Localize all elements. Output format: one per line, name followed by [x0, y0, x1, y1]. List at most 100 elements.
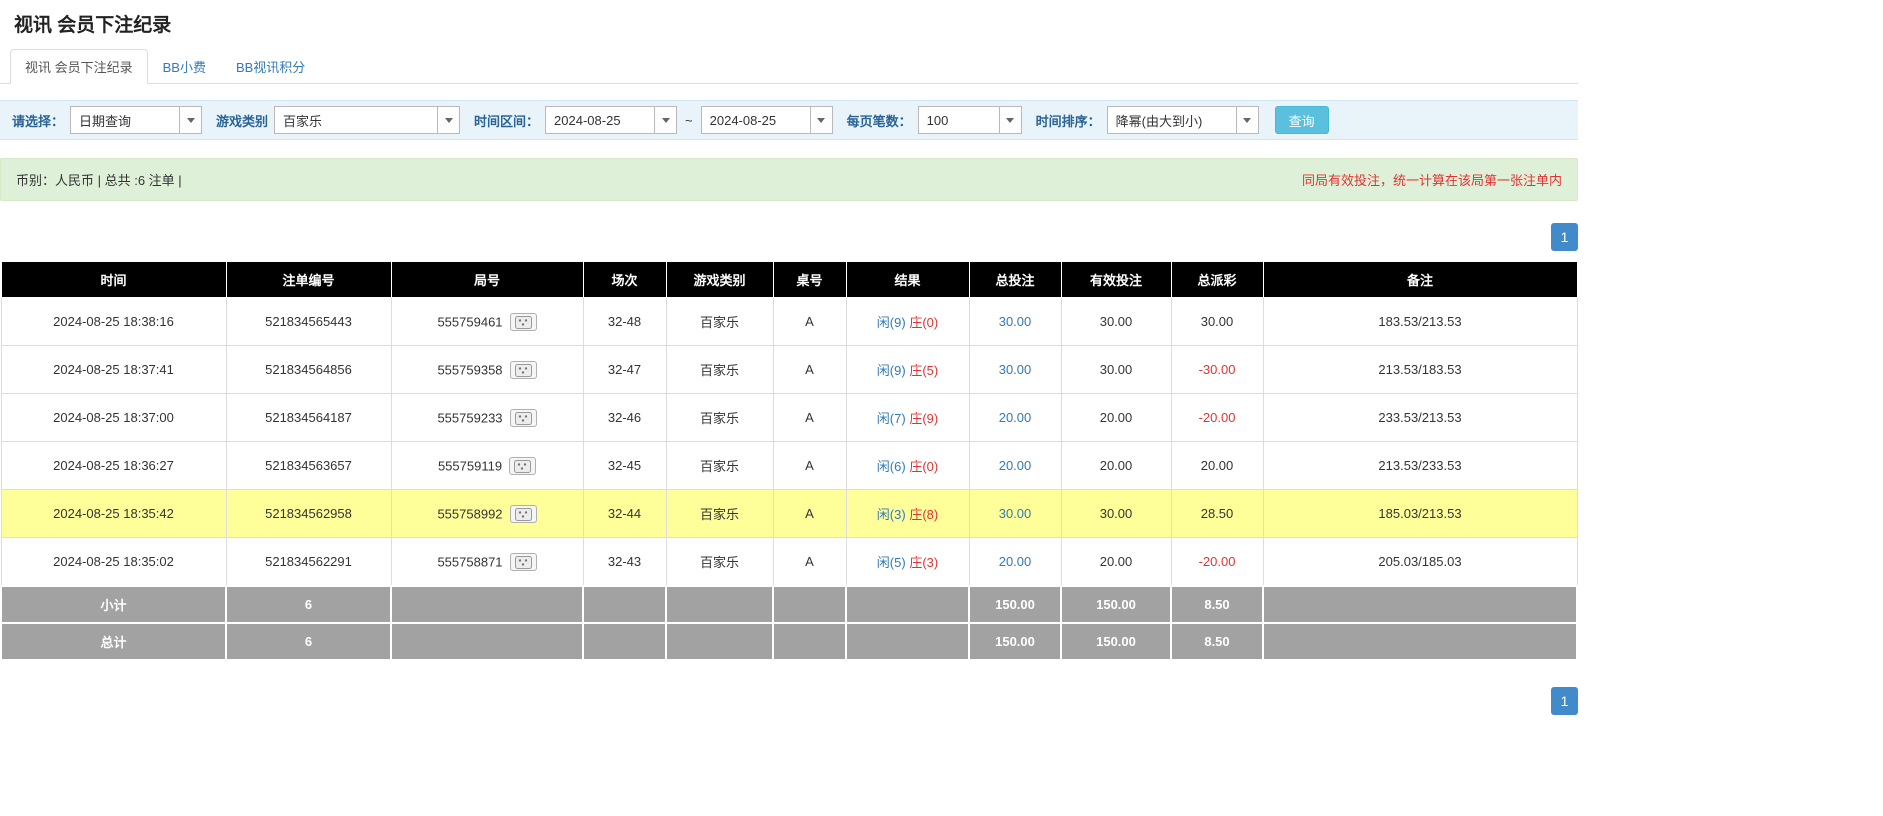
chevron-down-icon[interactable] [1236, 107, 1258, 133]
cell-table: A [773, 298, 846, 346]
valid-bet-notice: 同局有效投注，统一计算在该局第一张注单内 [1302, 170, 1562, 189]
game-type-select[interactable]: 百家乐 [274, 106, 460, 134]
total-bet-link[interactable]: 30.00 [999, 362, 1032, 377]
tab-bb-video-points[interactable]: BB视讯积分 [221, 49, 320, 84]
date-range-separator: ~ [685, 113, 693, 128]
video-replay-icon[interactable] [510, 313, 537, 331]
table-row: 2024-08-25 18:37:00521834564187555759233… [1, 394, 1577, 442]
total-bet-link[interactable]: 20.00 [999, 554, 1032, 569]
video-replay-icon[interactable] [510, 505, 537, 523]
video-replay-icon[interactable] [510, 553, 537, 571]
header-bet-id: 注单编号 [226, 262, 391, 298]
cell-round: 555759119 [391, 442, 583, 490]
query-type-select[interactable]: 日期查询 [70, 106, 202, 134]
total-empty [666, 623, 773, 660]
table-row: 2024-08-25 18:36:27521834563657555759119… [1, 442, 1577, 490]
subtotal-row: 小计 6 150.00 150.00 8.50 [1, 586, 1577, 623]
page-title: 视讯 会员下注纪录 [14, 10, 1578, 37]
header-table: 桌号 [773, 262, 846, 298]
cell-time: 2024-08-25 18:35:02 [1, 538, 226, 587]
cell-session: 32-47 [583, 346, 666, 394]
total-empty [846, 623, 969, 660]
cell-session: 32-44 [583, 490, 666, 538]
table-row: 2024-08-25 18:38:16521834565443555759461… [1, 298, 1577, 346]
cell-bet-id: 521834562958 [226, 490, 391, 538]
cell-session: 32-45 [583, 442, 666, 490]
page-size-select[interactable]: 100 [918, 106, 1022, 134]
filter-bar: 请选择： 日期查询 游戏类别 百家乐 时间区间： 2024-08-25 ~ 20… [0, 100, 1578, 140]
cell-payout: -30.00 [1171, 346, 1263, 394]
cell-remark: 205.03/185.03 [1263, 538, 1577, 587]
subtotal-empty [666, 586, 773, 623]
cell-session: 32-48 [583, 298, 666, 346]
total-empty [583, 623, 666, 660]
cell-result: 闲(3) 庄(8) [846, 490, 969, 538]
total-label: 总计 [1, 623, 226, 660]
chevron-down-icon[interactable] [810, 107, 832, 133]
chevron-down-icon[interactable] [654, 107, 676, 133]
table-body: 2024-08-25 18:38:16521834565443555759461… [1, 298, 1577, 587]
content-container: 视讯 会员下注纪录 视讯 会员下注纪录 BB小费 BB视讯积分 请选择： 日期查… [0, 10, 1578, 715]
cell-total-bet: 30.00 [969, 298, 1061, 346]
total-bet-link[interactable]: 30.00 [999, 314, 1032, 329]
pagination-bottom: 1 [0, 687, 1578, 715]
cell-session: 32-43 [583, 538, 666, 587]
total-valid-bet: 150.00 [1061, 623, 1171, 660]
cell-table: A [773, 538, 846, 587]
cell-game-type: 百家乐 [666, 394, 773, 442]
chevron-down-icon[interactable] [179, 107, 201, 133]
cell-table: A [773, 490, 846, 538]
cell-result: 闲(5) 庄(3) [846, 538, 969, 587]
cell-result: 闲(6) 庄(0) [846, 442, 969, 490]
cell-total-bet: 30.00 [969, 490, 1061, 538]
summary-bar: 币别：人民币 | 总共 :6 注单 | 同局有效投注，统一计算在该局第一张注单内 [0, 158, 1578, 201]
header-total-bet: 总投注 [969, 262, 1061, 298]
cell-remark: 183.53/213.53 [1263, 298, 1577, 346]
cell-result: 闲(7) 庄(9) [846, 394, 969, 442]
header-session: 场次 [583, 262, 666, 298]
total-bet-link[interactable]: 30.00 [999, 506, 1032, 521]
video-replay-icon[interactable] [510, 361, 537, 379]
page-size-value: 100 [919, 107, 999, 133]
cell-time: 2024-08-25 18:38:16 [1, 298, 226, 346]
cell-time: 2024-08-25 18:36:27 [1, 442, 226, 490]
cell-valid-bet: 30.00 [1061, 298, 1171, 346]
cell-valid-bet: 20.00 [1061, 394, 1171, 442]
cell-result: 闲(9) 庄(5) [846, 346, 969, 394]
cell-game-type: 百家乐 [666, 442, 773, 490]
subtotal-payout: 8.50 [1171, 586, 1263, 623]
subtotal-empty [391, 586, 583, 623]
video-replay-icon[interactable] [510, 409, 537, 427]
video-replay-icon[interactable] [509, 457, 536, 475]
subtotal-total-bet: 150.00 [969, 586, 1061, 623]
cell-time: 2024-08-25 18:37:41 [1, 346, 226, 394]
date-to-select[interactable]: 2024-08-25 [701, 106, 833, 134]
total-payout: 8.50 [1171, 623, 1263, 660]
cell-table: A [773, 346, 846, 394]
chevron-down-icon[interactable] [437, 107, 459, 133]
total-empty [391, 623, 583, 660]
date-from-select[interactable]: 2024-08-25 [545, 106, 677, 134]
table-header: 时间 注单编号 局号 场次 游戏类别 桌号 结果 总投注 有效投注 总派彩 备注 [1, 262, 1577, 298]
header-remark: 备注 [1263, 262, 1577, 298]
cell-time: 2024-08-25 18:37:00 [1, 394, 226, 442]
header-payout: 总派彩 [1171, 262, 1263, 298]
chevron-down-icon[interactable] [999, 107, 1021, 133]
cell-table: A [773, 394, 846, 442]
search-button[interactable]: 查询 [1275, 106, 1329, 134]
total-bet-link[interactable]: 20.00 [999, 410, 1032, 425]
total-bet-link[interactable]: 20.00 [999, 458, 1032, 473]
page-1-button[interactable]: 1 [1551, 223, 1578, 251]
cell-total-bet: 20.00 [969, 538, 1061, 587]
tab-betting-records[interactable]: 视讯 会员下注纪录 [10, 49, 148, 84]
sort-order-select[interactable]: 降幂(由大到小) [1107, 106, 1259, 134]
total-row: 总计 6 150.00 150.00 8.50 [1, 623, 1577, 660]
cell-remark: 213.53/183.53 [1263, 346, 1577, 394]
cell-payout: 28.50 [1171, 490, 1263, 538]
header-time: 时间 [1, 262, 226, 298]
subtotal-empty [583, 586, 666, 623]
subtotal-count: 6 [226, 586, 391, 623]
page-1-button[interactable]: 1 [1551, 687, 1578, 715]
sort-order-value: 降幂(由大到小) [1108, 107, 1236, 133]
tab-bb-tip[interactable]: BB小费 [148, 49, 221, 84]
